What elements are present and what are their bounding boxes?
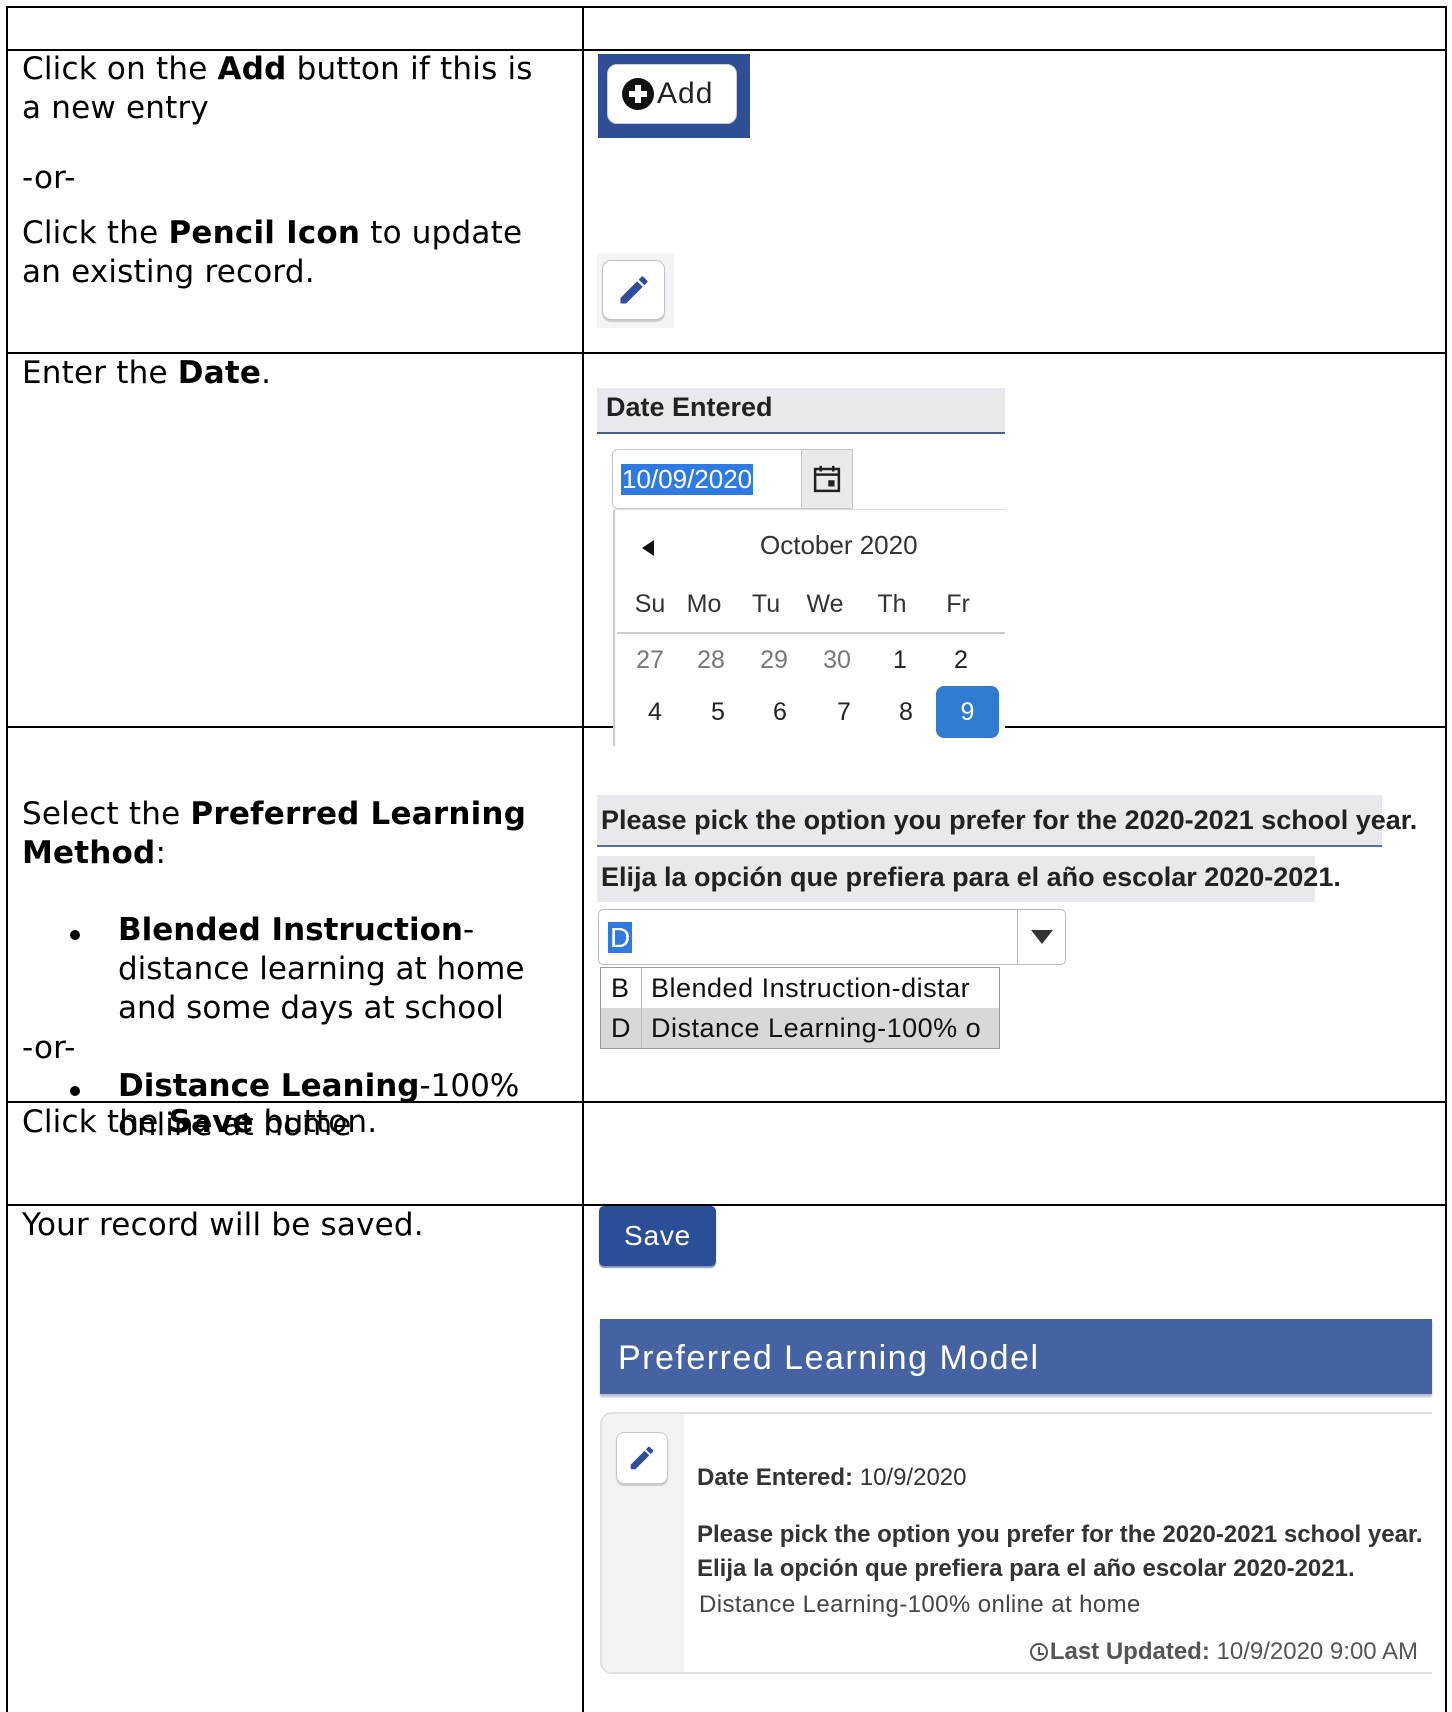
- bullet-icon: [70, 930, 80, 940]
- option-distance[interactable]: D Distance Learning-100% o: [601, 1008, 999, 1048]
- question-english: Please pick the option you prefer for th…: [597, 795, 1417, 847]
- saved-record-card: Date Entered: 10/9/2020 Please pick the …: [600, 1412, 1432, 1674]
- plus-circle-icon: [622, 78, 654, 110]
- calendar-day[interactable]: 7: [819, 698, 869, 727]
- calendar-day[interactable]: 27: [625, 646, 675, 675]
- edit-button[interactable]: [602, 260, 665, 320]
- calendar-day[interactable]: 4: [630, 698, 680, 727]
- bullet-icon: [70, 1086, 80, 1096]
- instruction-save: Click the Save button.: [22, 1104, 378, 1140]
- dropdown-arrow-icon[interactable]: [1031, 930, 1053, 944]
- calendar-month: October 2020: [760, 530, 918, 560]
- weekday-label: Tu: [751, 590, 781, 618]
- calendar-day[interactable]: 1: [875, 646, 925, 675]
- weekday-label: Su: [634, 590, 666, 618]
- calendar-day[interactable]: 5: [693, 698, 743, 727]
- card-sidebar: [602, 1414, 684, 1672]
- calendar-day[interactable]: 8: [881, 698, 931, 727]
- calendar-day[interactable]: 29: [749, 646, 799, 675]
- or-separator: -or-: [22, 1030, 76, 1066]
- column-divider: [582, 6, 584, 1712]
- calendar-day[interactable]: 30: [812, 646, 862, 675]
- select-value: D: [608, 922, 633, 953]
- bullet-blended: Blended Instruction- distance learning a…: [118, 912, 525, 1026]
- date-value: 10/09/2020: [621, 464, 754, 495]
- instruction-date: Enter the Date.: [22, 355, 272, 391]
- date-entered-label: Date Entered: [597, 388, 1005, 434]
- option-blended[interactable]: B Blended Instruction-distar: [601, 968, 999, 1008]
- question-spanish: Elija la opción que prefiera para el año…: [597, 856, 1341, 902]
- edit-record-button[interactable]: [616, 1432, 668, 1484]
- instruction-pencil: Click the Pencil Icon to update an exist…: [22, 215, 523, 290]
- instruction-method: Select the Preferred Learning Method:: [22, 796, 527, 871]
- add-button-label: Add: [657, 77, 714, 110]
- calendar-icon: [813, 465, 841, 493]
- record-question-es: Elija la opción que prefiera para el año…: [697, 1555, 1355, 1582]
- select-options-list: B Blended Instruction-distar D Distance …: [600, 967, 1000, 1049]
- calendar-divider: [617, 632, 1005, 634]
- calendar-day[interactable]: 28: [686, 646, 736, 675]
- record-date: Date Entered: 10/9/2020: [697, 1464, 967, 1491]
- last-updated: Last Updated: 10/9/2020 9:00 AM: [1029, 1638, 1418, 1666]
- clock-icon: [1029, 1643, 1048, 1661]
- save-button[interactable]: Save: [599, 1206, 716, 1266]
- calendar-day-selected[interactable]: 9: [936, 686, 999, 738]
- previous-month-icon[interactable]: [642, 540, 654, 556]
- weekday-label: Th: [877, 590, 907, 618]
- pencil-icon: [620, 276, 648, 304]
- calendar-day[interactable]: 6: [755, 698, 805, 727]
- add-button[interactable]: Add: [607, 64, 737, 124]
- weekday-label: Mo: [686, 590, 722, 618]
- add-button-screenshot: Add: [598, 54, 750, 138]
- record-question-en: Please pick the option you prefer for th…: [697, 1521, 1423, 1548]
- panel-title: Preferred Learning Model: [600, 1319, 1432, 1394]
- pencil-button-screenshot: [597, 254, 674, 328]
- weekday-label: Fr: [946, 590, 970, 618]
- instruction-saved: Your record will be saved.: [22, 1207, 424, 1243]
- calendar-day[interactable]: 2: [936, 646, 986, 675]
- pencil-icon: [630, 1446, 654, 1470]
- record-answer: Distance Learning-100% online at home: [699, 1591, 1141, 1618]
- or-separator: -or-: [22, 160, 76, 196]
- date-picker: October 2020 Su Mo Tu We Th Fr 27 28 29 …: [613, 510, 1005, 746]
- calendar-button[interactable]: [801, 449, 853, 509]
- learning-method-select[interactable]: D: [598, 909, 1066, 965]
- select-divider: [1017, 910, 1018, 964]
- weekday-label: We: [806, 590, 844, 618]
- instruction-add: Click on the Add button if this is a new…: [22, 51, 533, 126]
